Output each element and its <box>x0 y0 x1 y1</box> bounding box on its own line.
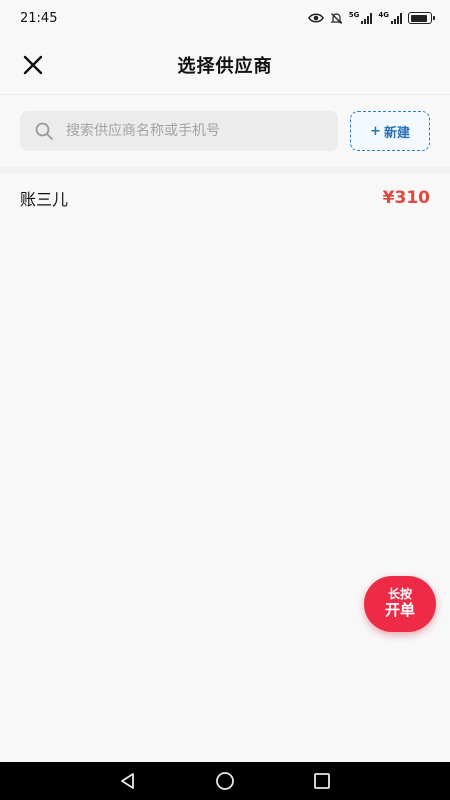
supplier-list: 账三儿 ¥310 <box>0 173 450 223</box>
plus-icon: + <box>370 123 381 139</box>
recents-icon <box>313 773 330 789</box>
search-icon <box>35 122 53 140</box>
network-label-4g: 4G <box>378 11 389 19</box>
mute-bell-icon <box>330 12 343 24</box>
signal-icon: 5G <box>349 12 373 24</box>
long-press-order-button[interactable]: 长按 开单 <box>364 576 436 632</box>
fab-label-bottom: 开单 <box>384 601 415 620</box>
new-button-label: 新建 <box>383 125 410 141</box>
page-title: 选择供应商 <box>177 56 273 77</box>
nav-recents-button[interactable] <box>308 767 336 795</box>
screen: 21:45 5G 4G 选择供应商 搜索供应商名称或手机号 + 新建 账三儿 ¥… <box>0 0 450 800</box>
search-row: + 新建 <box>0 95 450 167</box>
status-icons: 5G 4G <box>307 12 435 25</box>
network-label-5g: 5G <box>348 11 360 19</box>
home-icon <box>216 772 234 790</box>
search-input[interactable] <box>66 123 324 139</box>
supplier-name: 账三儿 <box>20 190 69 209</box>
nav-home-button[interactable] <box>211 767 239 795</box>
eye-icon <box>307 13 324 23</box>
navigation-bar <box>0 762 450 800</box>
supplier-amount: ¥310 <box>382 188 430 208</box>
header: 选择供应商 <box>0 36 450 94</box>
nav-back-button[interactable] <box>114 767 142 795</box>
back-icon <box>121 773 135 789</box>
new-supplier-button[interactable]: + 新建 <box>350 111 430 151</box>
battery-icon <box>408 12 435 24</box>
fab-label-top: 长按 <box>387 587 412 602</box>
battery-fill <box>410 14 427 22</box>
status-time: 21:45 <box>20 10 58 26</box>
status-bar: 21:45 5G 4G <box>0 0 450 36</box>
list-item[interactable]: 账三儿 ¥310 <box>0 173 450 223</box>
signal-icon: 4G <box>378 12 402 24</box>
close-icon <box>23 55 43 75</box>
close-button[interactable] <box>20 52 46 78</box>
search-box[interactable] <box>20 111 338 151</box>
